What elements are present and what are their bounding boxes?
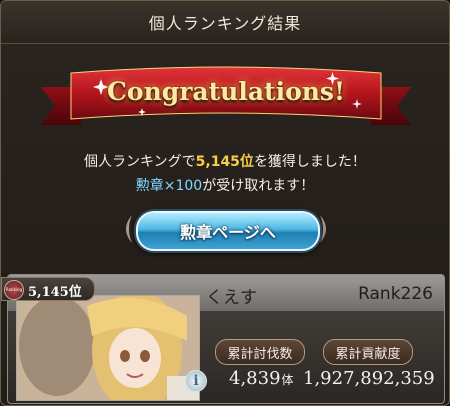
contribution-label-text: 累計貢献度: [335, 346, 401, 362]
medal-page-button-label: 勲章ページへ: [180, 223, 276, 242]
kills-label-text: 累計討伐数: [227, 346, 293, 362]
kills-unit: 体: [281, 373, 294, 387]
dialog-title: 個人ランキング結果: [148, 14, 302, 33]
kills-number: 4,839: [229, 368, 281, 389]
dialog-header: 個人ランキング結果: [1, 1, 449, 44]
message-rank: 5,145位: [195, 154, 254, 170]
congratulations-text: Congratulations!: [107, 77, 345, 106]
congratulations-banner: Congratulations!: [41, 63, 411, 137]
button-ornament-right: [320, 215, 326, 243]
rank-badge: Ranking 5,145位: [1, 277, 95, 301]
contribution-value: 1,927,892,359: [303, 368, 435, 389]
character-portrait: [16, 295, 200, 401]
medal-page-button[interactable]: 勲章ページへ: [136, 211, 320, 251]
contribution-number: 1,927,892,359: [303, 368, 435, 389]
ranking-result-dialog: 個人ランキング結果 Congratulations! 個人ランキングで5,145…: [0, 0, 450, 406]
reward-amount: 勲章×100: [135, 178, 203, 194]
info-icon[interactable]: i: [185, 370, 207, 392]
rank-badge-value: 5,145位: [28, 285, 82, 300]
player-rank: Rank226: [358, 284, 433, 304]
character-image: [17, 296, 199, 400]
ranking-icon: Ranking: [4, 280, 24, 300]
reward-suffix: が受け取れます！: [202, 178, 315, 194]
reward-message: 勲章×100が受け取れます！: [1, 175, 449, 195]
message-suffix: を獲得しました！: [253, 154, 366, 170]
button-ornament-left: [126, 215, 132, 243]
contribution-label: 累計貢献度: [323, 339, 413, 365]
message-prefix: 個人ランキングで: [84, 154, 196, 170]
result-message: 個人ランキングで5,145位を獲得しました！: [1, 151, 449, 171]
player-name: くえす: [206, 288, 257, 308]
kills-label: 累計討伐数: [215, 339, 305, 365]
kills-value: 4,839体: [229, 368, 294, 389]
